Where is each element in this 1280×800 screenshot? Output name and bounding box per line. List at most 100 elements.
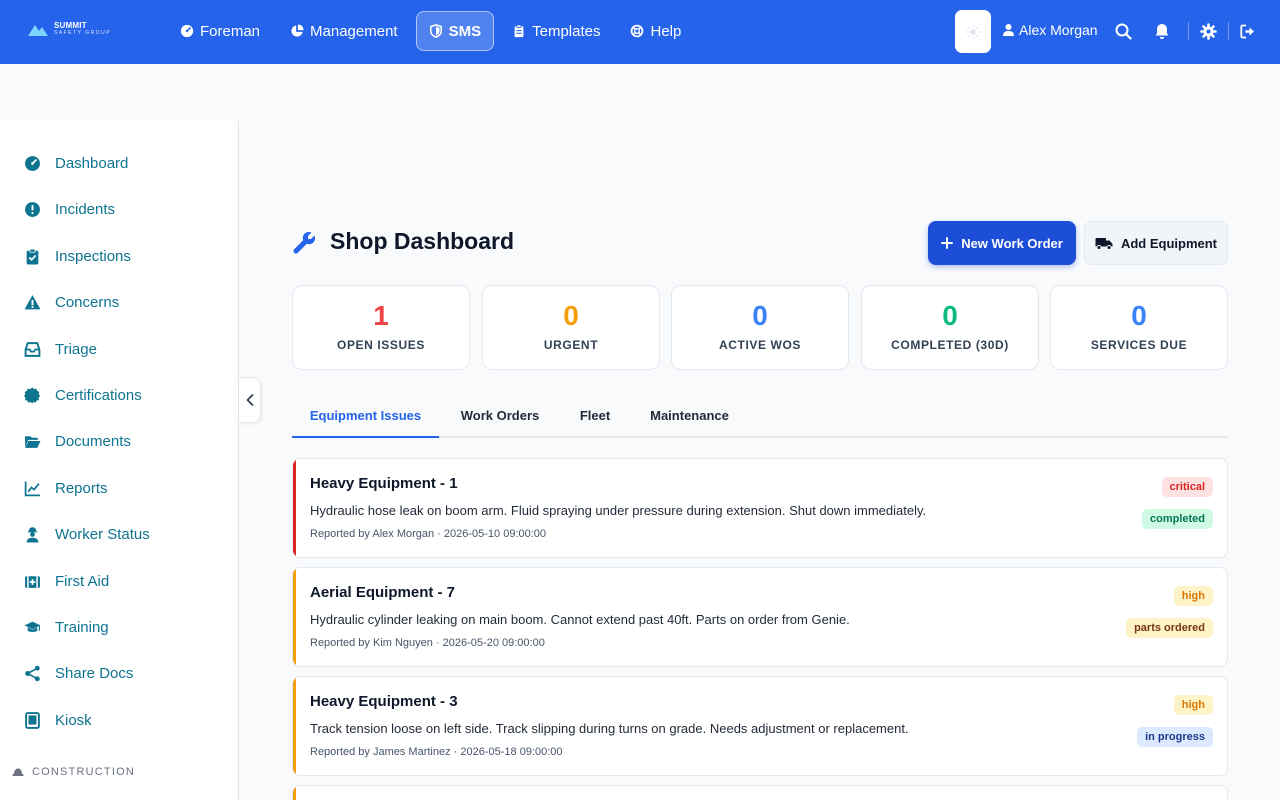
nav-management-label: Management — [310, 22, 398, 40]
lifebuoy-icon — [631, 24, 644, 38]
sidebar-item-label: Incidents — [55, 201, 116, 218]
sidebar-item-label: Dashboard — [55, 155, 129, 172]
clipboard-icon — [514, 24, 524, 38]
status-badge: parts ordered — [1126, 618, 1213, 638]
logout-button[interactable] — [1239, 22, 1257, 40]
sidebar-item-label: Training — [55, 619, 109, 636]
sidebar-item-dashboard[interactable]: Dashboard — [24, 155, 128, 172]
list-item[interactable]: Heavy Equipment - 3 Track tension loose … — [292, 676, 1228, 776]
sidebar-item-reports[interactable]: Reports — [24, 480, 108, 497]
nav-templates-label: Templates — [532, 22, 601, 40]
nav-foreman[interactable]: Foreman — [168, 11, 272, 51]
stat-card-services-due[interactable]: 0 SERVICES DUE — [1050, 285, 1228, 370]
search-icon — [1115, 23, 1132, 40]
list-item[interactable]: Heavy Equipment - 1 Hydraulic hose leak … — [292, 458, 1228, 558]
new-work-order-button[interactable]: New Work Order — [928, 221, 1076, 265]
app-switcher-button[interactable] — [955, 10, 991, 53]
worker-icon — [26, 527, 39, 543]
brand-name: SUMMIT — [54, 21, 87, 30]
issue-description: Hydraulic cylinder leaking on main boom.… — [310, 612, 850, 627]
sidebar-item-worker-status[interactable]: Worker Status — [24, 526, 150, 543]
user-menu[interactable]: Alex Morgan — [1003, 22, 1098, 38]
sidebar-item-inspections[interactable]: Inspections — [24, 248, 131, 265]
sidebar-item-kiosk[interactable]: Kiosk — [24, 712, 92, 729]
medkit-icon — [25, 576, 40, 588]
list-item[interactable]: Aerial Equipment - 7 Hydraulic cylinder … — [292, 567, 1228, 667]
severity-badge: high — [1173, 695, 1213, 715]
nav-management[interactable]: Management — [278, 11, 410, 51]
nav-help[interactable]: Help — [618, 11, 693, 51]
plus-icon — [941, 237, 954, 249]
folder-open-icon — [25, 436, 41, 448]
sidebar-item-documents[interactable]: Documents — [24, 433, 131, 450]
page-title: Shop Dashboard — [330, 228, 515, 254]
pie-chart-icon — [291, 24, 304, 37]
stat-card-active-wos[interactable]: 0 ACTIVE WOS — [671, 285, 849, 370]
clipboard-check-icon — [26, 248, 39, 265]
status-badge: in progress — [1137, 727, 1213, 747]
sidebar-item-label: Concerns — [55, 294, 120, 311]
severity-accent — [293, 677, 296, 775]
toolbar-divider — [1188, 22, 1189, 40]
sidebar: Dashboard Incidents Inspections Concerns… — [0, 121, 239, 800]
search-button[interactable] — [1114, 22, 1132, 40]
add-equipment-label: Add Equipment — [1120, 235, 1218, 251]
brand-logo[interactable]: SUMMIT SAFETY GROUP — [28, 22, 111, 36]
sidebar-item-label: First Aid — [55, 573, 110, 590]
stat-label: SERVICES DUE — [1090, 338, 1188, 352]
sidebar-item-incidents[interactable]: Incidents — [24, 201, 115, 218]
tablet-icon — [25, 712, 40, 729]
sidebar-item-label: Certifications — [55, 387, 142, 404]
sidebar-item-triage[interactable]: Triage — [24, 341, 97, 358]
nav-foreman-label: Foreman — [200, 22, 261, 40]
settings-button[interactable] — [1199, 22, 1217, 40]
certificate-icon — [24, 387, 41, 404]
sidebar-item-training[interactable]: Training — [24, 619, 109, 636]
notifications-button[interactable] — [1153, 22, 1171, 40]
add-equipment-button[interactable]: Add Equipment — [1084, 221, 1228, 265]
alert-circle-icon — [25, 202, 40, 217]
issue-meta: Reported by James Martinez · 2026-05-18 … — [310, 746, 563, 758]
sidebar-item-label: Reports — [55, 480, 108, 497]
severity-badge: high — [1173, 586, 1213, 606]
status-badge: completed — [1141, 509, 1213, 529]
stat-value: 0 — [942, 300, 958, 331]
sidebar-item-certifications[interactable]: Certifications — [24, 387, 142, 404]
sidebar-item-first-aid[interactable]: First Aid — [24, 573, 109, 590]
stat-card-urgent[interactable]: 0 URGENT — [482, 285, 660, 370]
tab-fleet[interactable]: Fleet — [569, 397, 621, 438]
stat-value: 0 — [752, 300, 768, 331]
list-item[interactable] — [292, 785, 1228, 800]
user-icon — [1003, 24, 1014, 36]
severity-badge: critical — [1161, 477, 1213, 497]
nav-templates[interactable]: Templates — [500, 11, 612, 51]
wrench-icon — [293, 231, 316, 254]
sidebar-item-label: Inspections — [55, 248, 131, 265]
issue-meta: Reported by Alex Morgan · 2026-05-10 09:… — [310, 528, 547, 540]
stat-value: 0 — [563, 300, 579, 331]
share-icon — [25, 665, 40, 682]
line-chart-icon — [24, 481, 40, 497]
tab-equipment-issues[interactable]: Equipment Issues — [292, 397, 439, 438]
stat-label: ACTIVE WOS — [718, 338, 801, 352]
stat-label: OPEN ISSUES — [337, 338, 425, 352]
inbox-icon — [24, 342, 41, 357]
nav-sms[interactable]: SMS — [415, 11, 495, 51]
tab-maintenance[interactable]: Maintenance — [642, 397, 737, 438]
stat-card-open-issues[interactable]: 1 OPEN ISSUES — [292, 285, 470, 370]
sidebar-item-concerns[interactable]: Concerns — [24, 294, 119, 311]
severity-accent — [293, 786, 296, 800]
top-navbar: SUMMIT SAFETY GROUP Foreman Management S… — [0, 0, 1280, 64]
stat-card-completed[interactable]: 0 COMPLETED (30D) — [861, 285, 1039, 370]
nav-help-label: Help — [650, 22, 682, 40]
nav-sms-label: SMS — [448, 22, 482, 40]
user-name: Alex Morgan — [1019, 22, 1098, 38]
sidebar-item-share-docs[interactable]: Share Docs — [24, 665, 133, 682]
stat-label: URGENT — [543, 338, 599, 352]
stat-value: 0 — [1131, 300, 1147, 331]
severity-accent — [293, 568, 296, 666]
hardhat-icon — [12, 768, 24, 776]
gauge-icon — [25, 156, 40, 171]
sidebar-collapse-toggle[interactable] — [239, 377, 261, 423]
tab-work-orders[interactable]: Work Orders — [453, 397, 547, 438]
